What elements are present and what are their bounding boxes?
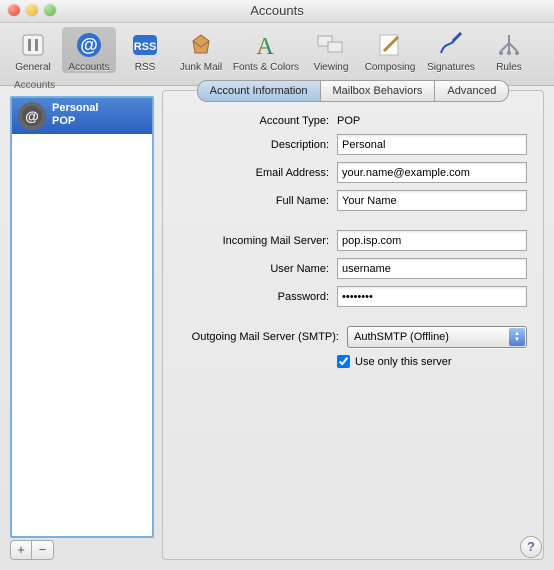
use-only-label: Use only this server (355, 356, 452, 368)
toolbar-label: Rules (496, 62, 522, 73)
description-label: Description: (179, 139, 329, 151)
toolbar-item-fonts[interactable]: A Fonts & Colors (230, 27, 302, 73)
username-field[interactable] (337, 258, 527, 279)
toolbar-label: Accounts (68, 62, 109, 73)
fonts-icon: A (250, 29, 282, 61)
email-field[interactable] (337, 162, 527, 183)
email-label: Email Address: (179, 167, 329, 179)
titlebar: Accounts (0, 0, 554, 23)
toolbar-item-general[interactable]: General (6, 27, 60, 73)
fullname-field[interactable] (337, 190, 527, 211)
svg-text:A: A (256, 34, 274, 59)
account-tabs: Account Information Mailbox Behaviors Ad… (162, 80, 544, 100)
rss-icon: RSS (129, 29, 161, 61)
use-only-this-server-checkbox[interactable] (337, 355, 350, 368)
toolbar-label: Composing (365, 62, 416, 73)
toolbar-label: Signatures (427, 62, 475, 73)
toolbar-label: Fonts & Colors (233, 62, 299, 73)
zoom-button[interactable] (44, 4, 56, 16)
sidebar-heading: Accounts (10, 80, 154, 96)
at-icon: @ (73, 29, 105, 61)
signatures-icon (435, 29, 467, 61)
switch-icon (17, 29, 49, 61)
at-icon: @ (18, 102, 46, 130)
popup-arrows-icon: ▲▼ (509, 328, 525, 346)
svg-text:@: @ (25, 108, 39, 124)
account-subtype: POP (52, 115, 98, 128)
toolbar-item-junk[interactable]: Junk Mail (174, 27, 228, 73)
outgoing-server-popup[interactable]: AuthSMTP (Offline) ▲▼ (347, 326, 527, 348)
account-list-item[interactable]: @ Personal POP (12, 98, 152, 134)
account-info-pane: Account Type: POP Description: Email Add… (162, 90, 544, 560)
help-button[interactable]: ? (520, 536, 542, 558)
password-field[interactable] (337, 286, 527, 307)
account-name: Personal (52, 102, 98, 115)
outgoing-label: Outgoing Mail Server (SMTP): (179, 331, 339, 343)
window-title: Accounts (250, 3, 303, 18)
minimize-button[interactable] (26, 4, 38, 16)
account-list-text: Personal POP (52, 102, 98, 128)
toolbar-item-signatures[interactable]: Signatures (422, 27, 480, 73)
toolbar-label: General (15, 62, 51, 73)
toolbar-item-viewing[interactable]: Viewing (304, 27, 358, 73)
tab-account-information[interactable]: Account Information (197, 80, 321, 102)
incoming-label: Incoming Mail Server: (179, 235, 329, 247)
outgoing-server-value: AuthSMTP (Offline) (354, 331, 449, 343)
tab-mailbox-behaviors[interactable]: Mailbox Behaviors (321, 80, 436, 102)
toolbar-label: Viewing (314, 62, 349, 73)
svg-text:RSS: RSS (134, 41, 157, 53)
fullname-label: Full Name: (179, 195, 329, 207)
incoming-server-field[interactable] (337, 230, 527, 251)
toolbar-item-accounts[interactable]: @ Accounts (62, 27, 116, 73)
account-type-value: POP (337, 115, 360, 127)
preferences-toolbar: General @ Accounts RSS RSS Junk Mail A F… (0, 23, 554, 86)
toolbar-item-rules[interactable]: Rules (482, 27, 536, 73)
account-type-label: Account Type: (179, 115, 329, 127)
add-account-button[interactable]: + (10, 540, 32, 560)
svg-text:@: @ (80, 35, 98, 55)
accounts-list[interactable]: @ Personal POP (10, 96, 154, 538)
tab-advanced[interactable]: Advanced (435, 80, 509, 102)
password-label: Password: (179, 291, 329, 303)
viewing-icon (315, 29, 347, 61)
toolbar-label: Junk Mail (180, 62, 222, 73)
rules-icon (493, 29, 525, 61)
composing-icon (374, 29, 406, 61)
toolbar-item-rss[interactable]: RSS RSS (118, 27, 172, 73)
description-field[interactable] (337, 134, 527, 155)
junk-icon (185, 29, 217, 61)
remove-account-button[interactable]: − (32, 540, 54, 560)
toolbar-item-composing[interactable]: Composing (360, 27, 420, 73)
accounts-window: Accounts General @ Accounts RSS RSS Junk… (0, 0, 554, 570)
username-label: User Name: (179, 263, 329, 275)
toolbar-label: RSS (135, 62, 156, 73)
close-button[interactable] (8, 4, 20, 16)
